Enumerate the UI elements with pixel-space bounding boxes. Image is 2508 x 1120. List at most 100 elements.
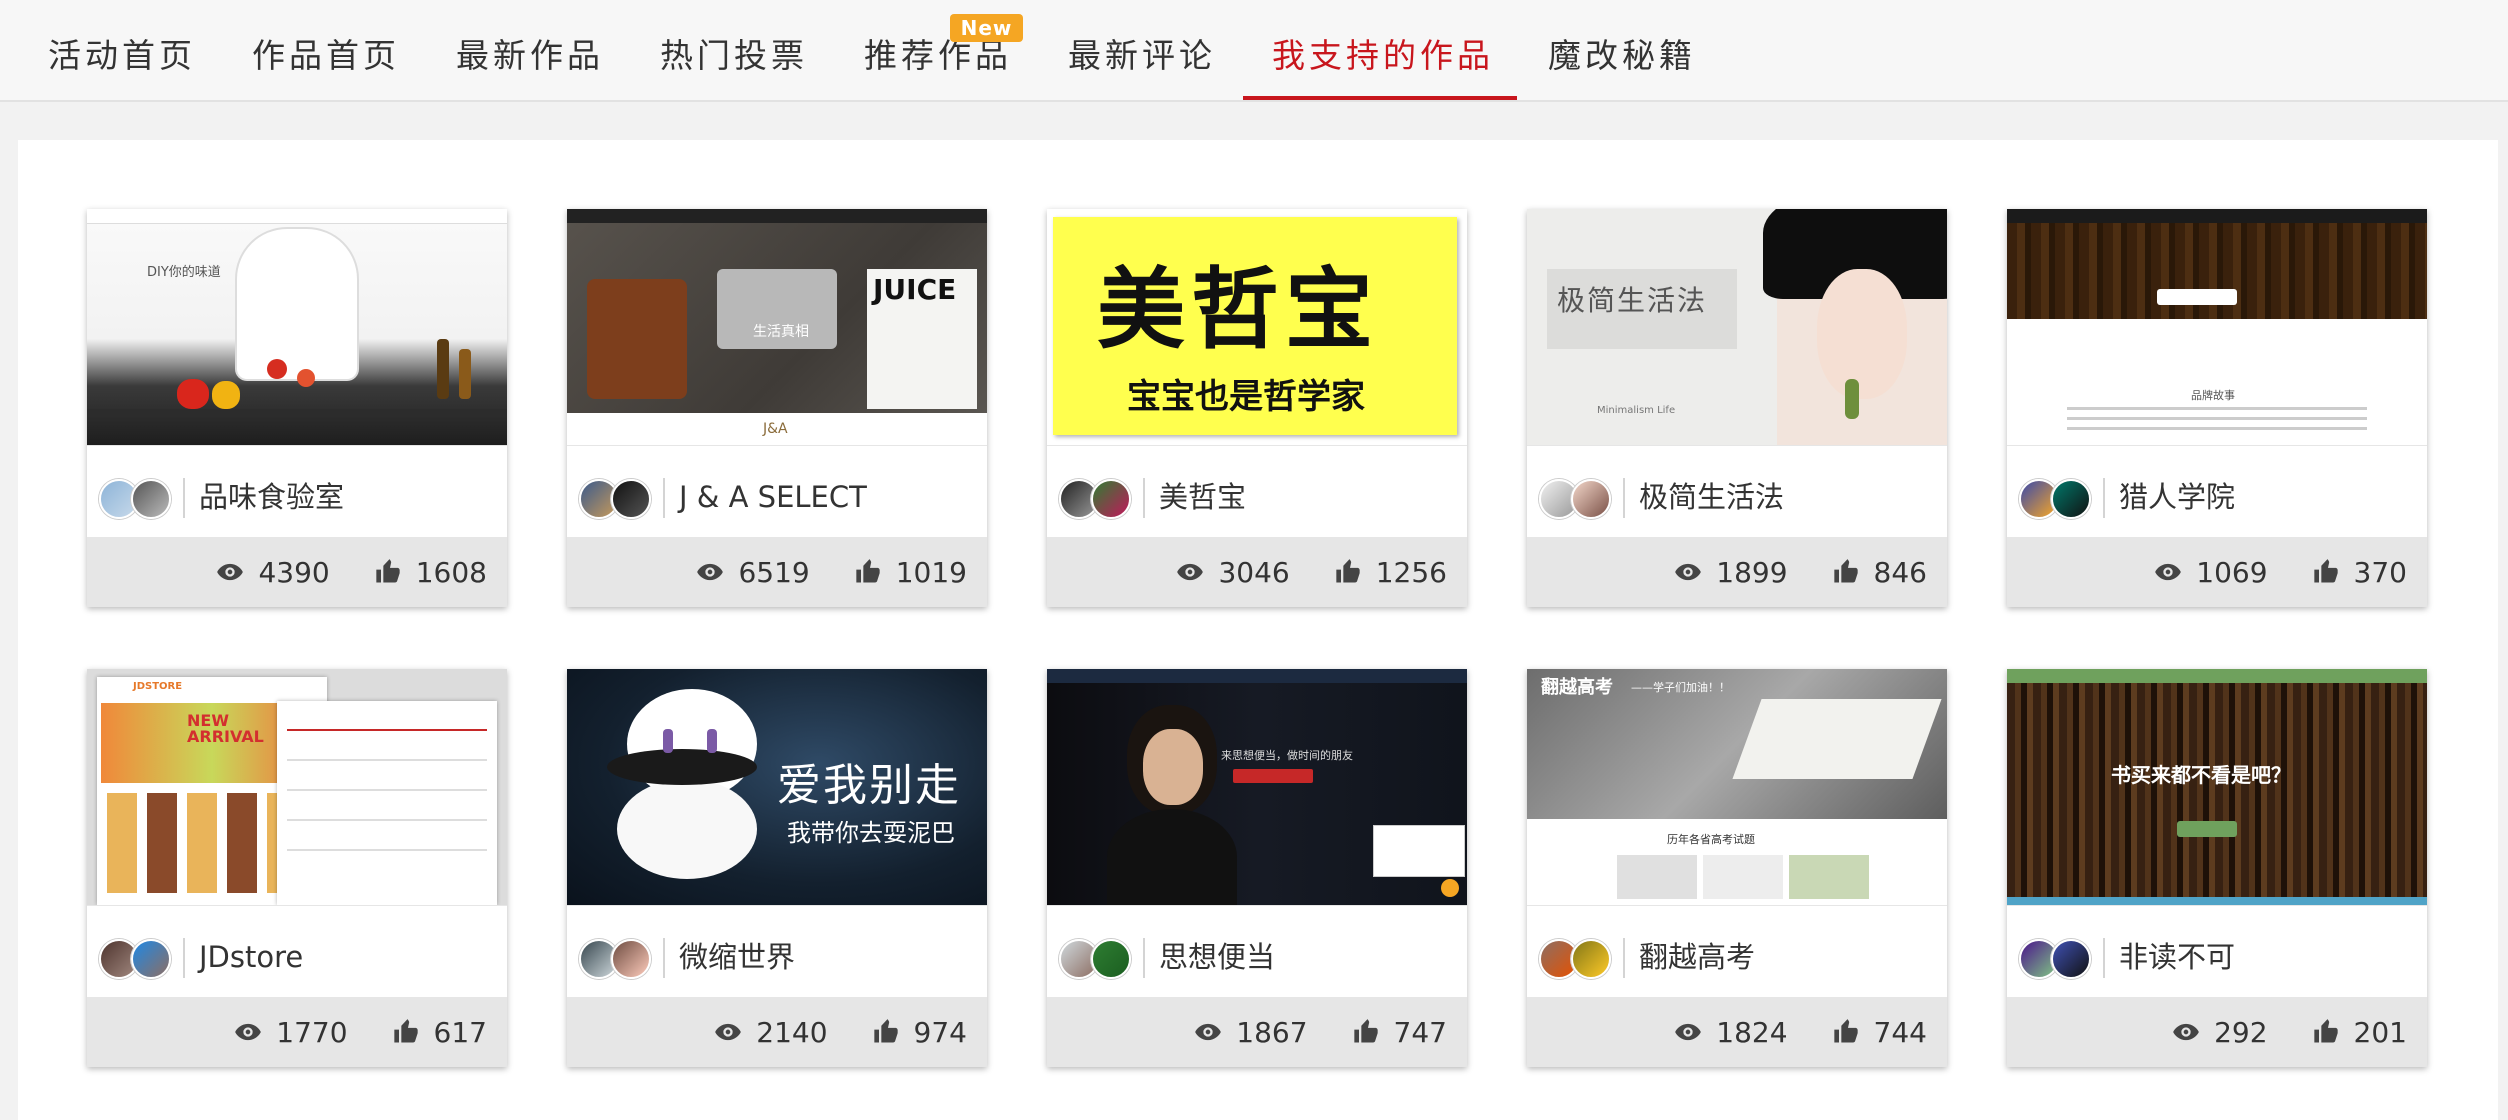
thumb-text: 历年各省高考试题 xyxy=(1667,833,1755,846)
work-stats: 2140 974 xyxy=(567,997,987,1067)
divider xyxy=(2103,938,2105,978)
nav-tab-hot-votes[interactable]: 热门投票 xyxy=(660,0,808,100)
work-card[interactable]: 翻越高考 ——学子们加油！！ 历年各省高考试题 翻越高考 1824 744 xyxy=(1527,669,1947,1067)
thumbs-up-icon[interactable] xyxy=(2312,1018,2340,1046)
work-info: 美哲宝 xyxy=(1047,445,1467,538)
avatar[interactable] xyxy=(131,939,171,979)
view-count: 1824 xyxy=(1716,1015,1788,1049)
thumbs-up-icon[interactable] xyxy=(1832,558,1860,586)
work-card[interactable]: 书买来都不看是吧？ 非读不可 292 201 xyxy=(2007,669,2427,1067)
divider xyxy=(1143,938,1145,978)
thumb-text: ——学子们加油！！ xyxy=(1631,681,1730,694)
work-title[interactable]: 美哲宝 xyxy=(1159,470,1246,524)
avatar[interactable] xyxy=(1571,939,1611,979)
eye-icon xyxy=(715,1023,742,1041)
thumbs-up-icon[interactable] xyxy=(854,558,882,586)
work-info: JDstore xyxy=(87,905,507,998)
work-stats: 4390 1608 xyxy=(87,537,507,607)
work-card[interactable]: 极简生活法 Minimalism Life 极简生活法 1899 846 xyxy=(1527,209,1947,607)
work-card[interactable]: 生活真相 JUICE J&A J & A SELECT 6519 1019 xyxy=(567,209,987,607)
thumbs-up-icon[interactable] xyxy=(374,558,402,586)
top-navigation: 活动首页 作品首页 最新作品 热门投票 推荐作品 New 最新评论 我支持的作品… xyxy=(0,0,2508,102)
thumb-text: 我带你去耍泥巴 xyxy=(787,819,955,847)
eye-icon xyxy=(1195,1023,1222,1041)
divider xyxy=(663,478,665,518)
view-count: 1867 xyxy=(1236,1015,1308,1049)
nav-tab-my-supported[interactable]: 我支持的作品 xyxy=(1272,0,1494,100)
work-title[interactable]: 微缩世界 xyxy=(679,930,795,984)
avatar[interactable] xyxy=(611,479,651,519)
work-title[interactable]: JDstore xyxy=(199,930,303,984)
like-count: 201 xyxy=(2353,1015,2407,1049)
thumb-text: 宝宝也是哲学家 xyxy=(1127,377,1365,417)
avatar[interactable] xyxy=(611,939,651,979)
thumb-text: 书买来都不看是吧？ xyxy=(2111,763,2291,787)
work-card[interactable]: JDSTORE NEW ARRIVAL JDstore 1770 617 xyxy=(87,669,507,1067)
thumbs-up-icon[interactable] xyxy=(2312,558,2340,586)
work-info: 微缩世界 xyxy=(567,905,987,998)
avatar[interactable] xyxy=(1091,939,1131,979)
view-count: 2140 xyxy=(756,1015,828,1049)
work-thumbnail[interactable]: JDSTORE NEW ARRIVAL xyxy=(87,669,507,905)
nav-tab-works-home[interactable]: 作品首页 xyxy=(252,0,400,100)
divider xyxy=(1143,478,1145,518)
view-count: 1069 xyxy=(2196,555,2268,589)
work-card[interactable]: 来思想便当，做时间的朋友 思想便当 1867 747 xyxy=(1047,669,1467,1067)
eye-icon xyxy=(1177,563,1204,581)
work-title[interactable]: 极简生活法 xyxy=(1639,470,1784,524)
nav-tab-latest-works[interactable]: 最新作品 xyxy=(456,0,604,100)
work-info: 思想便当 xyxy=(1047,905,1467,998)
work-stats: 1824 744 xyxy=(1527,997,1947,1067)
avatar[interactable] xyxy=(2051,939,2091,979)
work-thumbnail[interactable]: 爱我别走 我带你去耍泥巴 xyxy=(567,669,987,905)
work-info: J & A SELECT xyxy=(567,445,987,538)
thumbs-up-icon[interactable] xyxy=(1352,1018,1380,1046)
eye-icon xyxy=(217,563,244,581)
avatar[interactable] xyxy=(1571,479,1611,519)
work-stats: 1899 846 xyxy=(1527,537,1947,607)
work-stats: 3046 1256 xyxy=(1047,537,1467,607)
like-count: 846 xyxy=(1873,555,1927,589)
avatar[interactable] xyxy=(131,479,171,519)
work-stats: 1069 370 xyxy=(2007,537,2427,607)
thumb-big-text: 爱我别走 xyxy=(777,760,961,811)
avatar[interactable] xyxy=(1091,479,1131,519)
thumb-text: J&A xyxy=(763,421,788,437)
work-title[interactable]: 非读不可 xyxy=(2119,930,2235,984)
work-title[interactable]: 思想便当 xyxy=(1159,930,1275,984)
thumbs-up-icon[interactable] xyxy=(1334,558,1362,586)
avatar[interactable] xyxy=(2051,479,2091,519)
view-count: 3046 xyxy=(1218,555,1290,589)
like-count: 1019 xyxy=(895,555,967,589)
thumbs-up-icon[interactable] xyxy=(1832,1018,1860,1046)
work-thumbnail[interactable]: 书买来都不看是吧？ xyxy=(2007,669,2427,905)
work-card[interactable]: 爱我别走 我带你去耍泥巴 微缩世界 2140 974 xyxy=(567,669,987,1067)
work-thumbnail[interactable]: 翻越高考 ——学子们加油！！ 历年各省高考试题 xyxy=(1527,669,1947,905)
work-card[interactable]: DIY你的味道 品味食验室 4390 1608 xyxy=(87,209,507,607)
like-count: 1256 xyxy=(1375,555,1447,589)
work-info: 猎人学院 xyxy=(2007,445,2427,538)
divider xyxy=(1623,478,1625,518)
nav-tab-activity-home[interactable]: 活动首页 xyxy=(48,0,196,100)
work-thumbnail[interactable]: DIY你的味道 xyxy=(87,209,507,445)
work-title[interactable]: 翻越高考 xyxy=(1639,930,1755,984)
work-card[interactable]: 美哲宝 宝宝也是哲学家 美哲宝 3046 1256 xyxy=(1047,209,1467,607)
work-title[interactable]: 品味食验室 xyxy=(199,470,344,524)
thumb-text: JDSTORE xyxy=(133,681,183,692)
view-count: 6519 xyxy=(738,555,810,589)
work-thumbnail[interactable]: 生活真相 JUICE J&A xyxy=(567,209,987,445)
work-card[interactable]: 品牌故事 猎人学院 1069 370 xyxy=(2007,209,2427,607)
thumbs-up-icon[interactable] xyxy=(872,1018,900,1046)
work-thumbnail[interactable]: 美哲宝 宝宝也是哲学家 xyxy=(1047,209,1467,445)
work-title[interactable]: J & A SELECT xyxy=(679,470,867,524)
like-count: 617 xyxy=(433,1015,487,1049)
work-title[interactable]: 猎人学院 xyxy=(2119,470,2235,524)
nav-tab-tips[interactable]: 魔改秘籍 xyxy=(1548,0,1696,100)
eye-icon xyxy=(697,563,724,581)
work-thumbnail[interactable]: 极简生活法 Minimalism Life xyxy=(1527,209,1947,445)
work-thumbnail[interactable]: 来思想便当，做时间的朋友 xyxy=(1047,669,1467,905)
work-thumbnail[interactable]: 品牌故事 xyxy=(2007,209,2427,445)
divider xyxy=(183,478,185,518)
nav-tab-latest-comments[interactable]: 最新评论 xyxy=(1068,0,1216,100)
thumbs-up-icon[interactable] xyxy=(392,1018,420,1046)
